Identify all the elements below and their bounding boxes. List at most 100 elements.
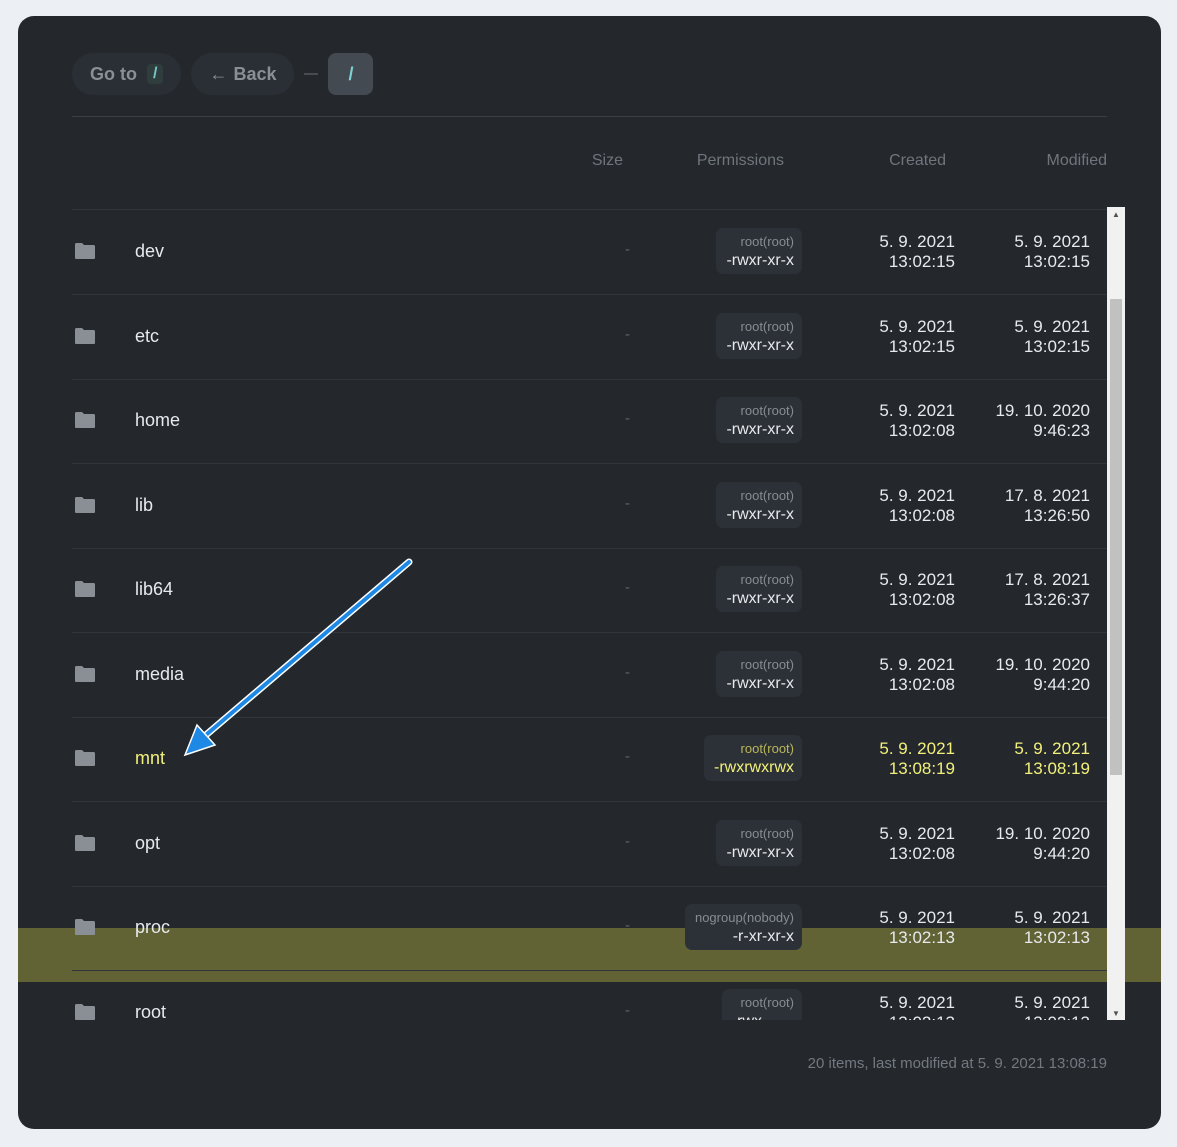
created-time: 13:02:13	[888, 928, 955, 947]
file-browser-panel: Go to / ← Back / Size Permissions Create…	[18, 16, 1161, 1129]
permissions-badge: root(root) -rwxr-xr-x	[716, 312, 802, 359]
permission-mode: -r-xr-xr-x	[732, 928, 794, 945]
created-day: 5. 9. 2021	[879, 232, 955, 251]
scroll-up-icon[interactable]: ▲	[1107, 207, 1125, 221]
created-date: 5. 9. 2021 13:02:08	[879, 824, 955, 864]
file-name[interactable]: dev	[135, 241, 164, 262]
owner-group: root(root)	[740, 318, 794, 334]
table-row[interactable]: opt - root(root) -rwxr-xr-x 5. 9. 2021 13:02:…	[72, 802, 1107, 887]
modified-day: 5. 9. 2021	[1014, 739, 1090, 758]
file-name[interactable]: lib64	[135, 579, 173, 600]
modified-time: 13:26:37	[1023, 590, 1090, 609]
file-size: -	[625, 241, 630, 258]
file-size: -	[625, 832, 630, 850]
goto-button[interactable]: Go to /	[72, 53, 182, 95]
permission-mode: -rwx------	[732, 1012, 794, 1021]
table-row[interactable]: home - root(root) -rwxr-xr-x 5. 9. 2021 13:02…	[72, 379, 1107, 464]
modified-date: 19. 10. 2020 9:44:20	[995, 824, 1090, 864]
table-row[interactable]: etc - root(root) -rwxr-xr-x 5. 9. 2021 13:02:…	[72, 295, 1107, 380]
goto-label: Go to	[90, 63, 137, 84]
created-day: 5. 9. 2021	[879, 570, 955, 589]
scrollbar[interactable]: ▲ ▼	[1107, 207, 1125, 1020]
permissions-badge: root(root) -rwx------	[721, 988, 802, 1021]
scroll-down-icon[interactable]: ▼	[1107, 1006, 1125, 1020]
permissions-badge: nogroup(nobody) -r-xr-xr-x	[684, 904, 802, 950]
column-header-size[interactable]: Size	[592, 152, 623, 170]
file-name[interactable]: mnt	[135, 748, 165, 769]
owner-group: root(root)	[740, 487, 794, 503]
modified-time: 13:02:13	[1014, 1013, 1090, 1021]
permission-mode: -rwxr-xr-x	[726, 252, 794, 269]
column-header-modified[interactable]: Modified	[1047, 152, 1107, 170]
created-day: 5. 9. 2021	[879, 823, 955, 843]
table-row[interactable]: dev - root(root) -rwxr-xr-x 5. 9. 2021 13:02:…	[72, 210, 1107, 295]
back-button[interactable]: ← Back	[191, 53, 295, 95]
permissions-badge: root(root) -rwxr-xr-x	[716, 566, 802, 612]
file-list: dev - root(root) -rwxr-xr-x 5. 9. 2021 13:02:…	[18, 209, 1161, 1020]
modified-time: 13:02:15	[1023, 336, 1090, 356]
folder-icon	[74, 918, 96, 936]
modified-day: 19. 10. 2020	[995, 401, 1090, 420]
owner-group: root(root)	[740, 825, 794, 841]
file-size: -	[625, 325, 630, 343]
permissions-badge: root(root) -rwxr-xr-x	[716, 481, 802, 528]
modified-day: 5. 9. 2021	[1014, 316, 1090, 336]
created-time: 13:02:15	[888, 336, 955, 356]
table-row[interactable]: root-root(root)-rwx------5. 9. 202113:02…	[72, 971, 1107, 1021]
breadcrumb-separator	[304, 73, 319, 75]
created-day: 5. 9. 2021	[879, 908, 955, 927]
modified-date: 5. 9. 2021 13:08:19	[1014, 739, 1090, 779]
created-time: 13:02:08	[888, 674, 955, 694]
created-day: 5. 9. 2021	[879, 485, 955, 505]
folder-icon	[74, 665, 96, 683]
created-day: 5. 9. 2021	[879, 654, 955, 674]
modified-day: 5. 9. 2021	[1014, 908, 1090, 927]
file-size: -	[625, 410, 630, 427]
file-size: -	[625, 1001, 630, 1019]
file-name[interactable]: lib	[135, 495, 153, 516]
breadcrumb-root[interactable]: /	[328, 53, 374, 95]
column-header-permissions[interactable]: Permissions	[697, 152, 784, 170]
file-name[interactable]: opt	[135, 833, 160, 854]
modified-time: 9:44:20	[1033, 674, 1090, 694]
folder-icon	[74, 580, 96, 598]
file-name[interactable]: proc	[135, 917, 170, 938]
permissions-badge: root(root) -rwxr-xr-x	[716, 650, 802, 697]
modified-time: 9:44:20	[1033, 843, 1090, 863]
modified-date: 19. 10. 2020 9:46:23	[995, 401, 1090, 441]
permission-mode: -rwxrwxrwx	[714, 759, 794, 776]
folder-icon	[74, 1003, 96, 1021]
table-row[interactable]: mnt - root(root) -rwxrwxrwx 5. 9. 2021 13:08:…	[72, 717, 1107, 802]
table-row[interactable]: proc - nogroup(nobody) -r-xr-xr-x 5. 9. 2021…	[72, 886, 1107, 971]
modified-date: 5. 9. 202113:02:13	[1014, 908, 1090, 948]
permission-mode: -rwxr-xr-x	[726, 505, 794, 523]
modified-day: 17. 8. 2021	[1004, 485, 1090, 505]
owner-group: root(root)	[740, 572, 794, 587]
created-date: 5. 9. 2021 13:02:08	[879, 655, 955, 695]
modified-day: 19. 10. 2020	[995, 654, 1090, 674]
file-name[interactable]: home	[135, 410, 180, 431]
table-row[interactable]: lib - root(root) -rwxr-xr-x 5. 9. 2021 13:02:…	[72, 464, 1107, 549]
permission-mode: -rwxr-xr-x	[726, 590, 794, 607]
permission-mode: -rwxr-xr-x	[726, 674, 794, 692]
owner-group: root(root)	[740, 656, 794, 672]
file-name[interactable]: media	[135, 664, 184, 685]
created-time: 13:02:08	[888, 590, 955, 609]
scrollbar-thumb[interactable]	[1110, 299, 1122, 775]
owner-group: root(root)	[740, 403, 794, 418]
modified-day: 17. 8. 2021	[1004, 570, 1090, 589]
file-name[interactable]: root	[135, 1002, 166, 1021]
column-header-created[interactable]: Created	[889, 152, 946, 170]
file-name[interactable]: etc	[135, 326, 159, 347]
folder-icon	[74, 242, 96, 260]
modified-time: 9:46:23	[1033, 421, 1090, 440]
created-date: 5. 9. 2021 13:02:08	[879, 401, 955, 441]
file-size: -	[625, 579, 630, 596]
modified-date: 5. 9. 2021 13:02:15	[1014, 317, 1090, 357]
owner-group: root(root)	[740, 994, 794, 1010]
folder-icon	[74, 327, 96, 345]
table-row[interactable]: lib64 - root(root) -rwxr-xr-x 5. 9. 2021 13:0…	[72, 548, 1107, 633]
divider	[72, 116, 1107, 117]
permission-mode: -rwxr-xr-x	[726, 336, 794, 354]
table-row[interactable]: media - root(root) -rwxr-xr-x 5. 9. 2021 13:0…	[72, 633, 1107, 718]
